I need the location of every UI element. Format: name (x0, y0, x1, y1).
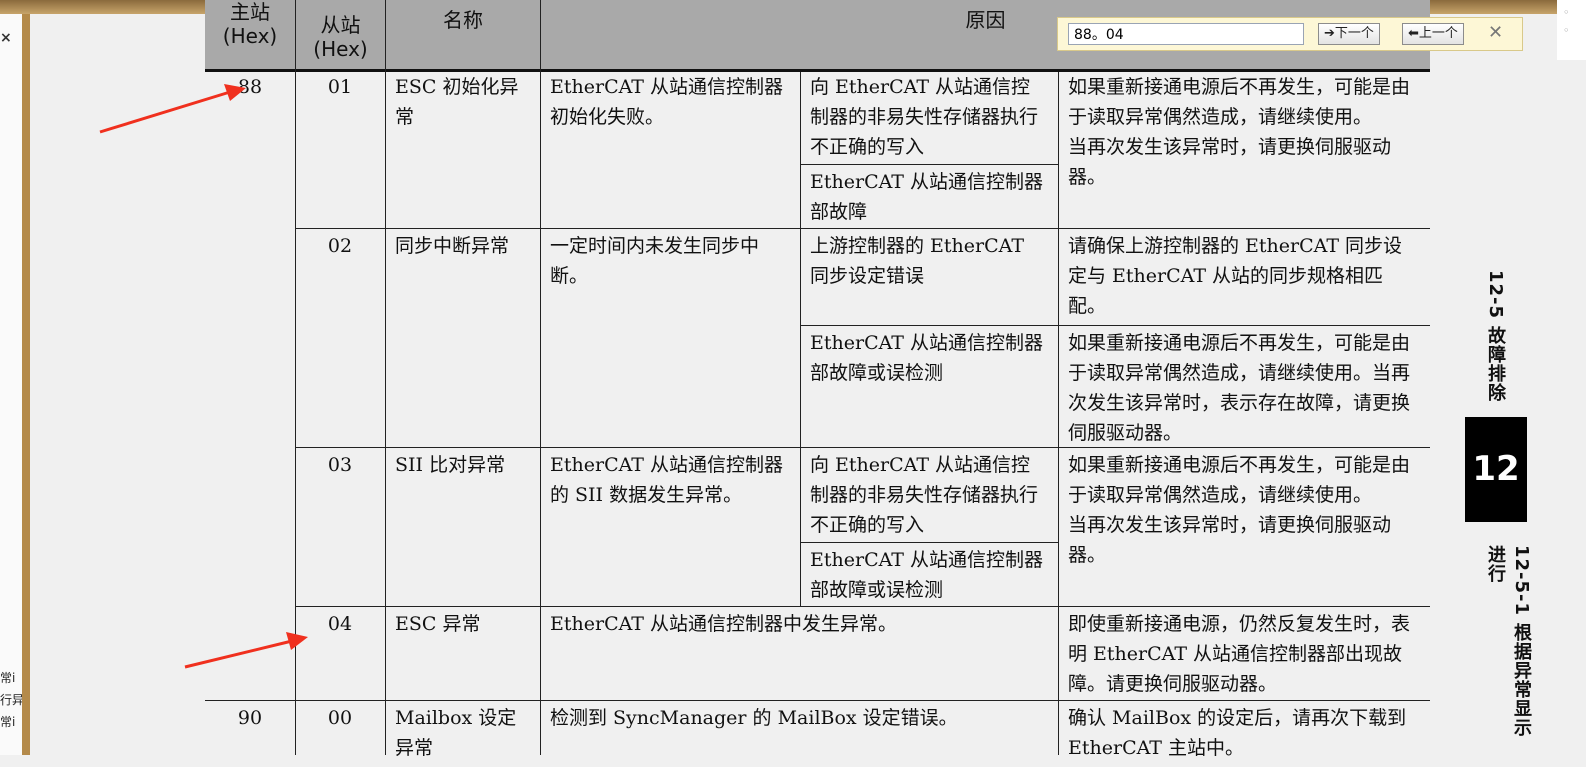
find-bar: ➔下一个 ⬅上一个 ✕ (1057, 17, 1523, 51)
annotation-layer (99, 84, 308, 669)
find-next-button[interactable]: ➔下一个 (1318, 23, 1380, 45)
chapter-tab: 12 (1465, 417, 1527, 522)
section-title: 12-5 故障排除 (1485, 270, 1506, 403)
find-input[interactable] (1068, 23, 1304, 45)
scroll-marker-icon: ◦ (1563, 24, 1570, 37)
red-arrow-icon (99, 84, 246, 134)
red-arrow-icon (184, 632, 308, 669)
right-scroll-strip[interactable]: ◦ ◦ (1557, 0, 1586, 60)
subsection-title: 12-5-1 根据异常显示进行 (1485, 545, 1532, 738)
find-next-label: 下一个 (1334, 26, 1374, 41)
scroll-marker-icon: ◦ (1563, 6, 1570, 19)
arrow-right-icon: ➔ (1324, 26, 1335, 41)
find-close-icon[interactable]: ✕ (1488, 22, 1503, 43)
find-previous-label: 上一个 (1418, 26, 1458, 41)
find-previous-button[interactable]: ⬅上一个 (1402, 23, 1464, 45)
arrow-left-icon: ⬅ (1408, 26, 1419, 41)
